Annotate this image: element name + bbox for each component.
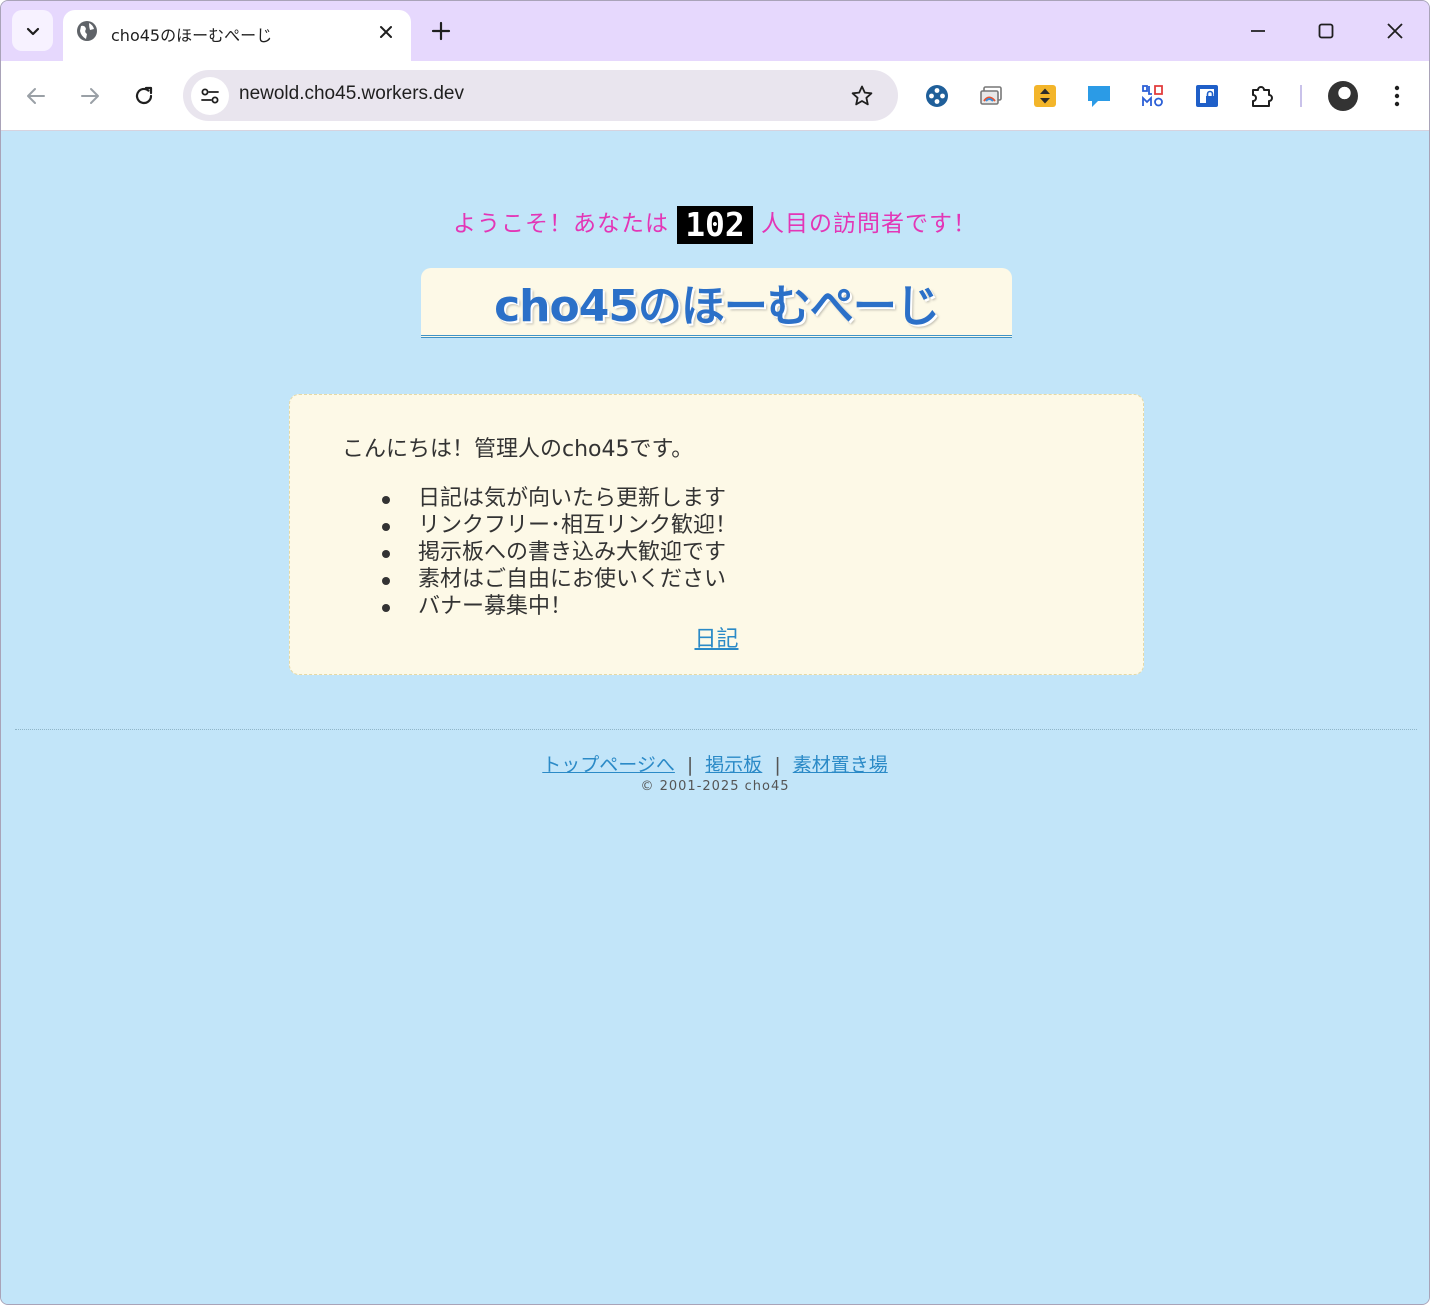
web-page: ようこそ！あなたは 102 人目の訪問者です！ cho45のほーむぺーじ こんにちは… [1,132,1429,1304]
tune-icon [201,88,219,104]
chat-bubble-icon [1088,86,1110,107]
arrow-left-icon [27,88,45,104]
page-title: cho45のほーむぺーじ [494,280,940,332]
arrow-right-icon [81,88,99,104]
plamo-icon [1142,85,1163,107]
star-icon [851,85,873,106]
url-text: newold.cho45.workers.dev [239,83,464,104]
address-bar[interactable]: newold.cho45.workers.dev [183,70,898,121]
maximize-icon [1318,23,1334,39]
new-tab-button[interactable] [429,19,453,43]
visitor-counter: 102 [677,205,753,244]
list-item: バナー募集中！ [380,593,737,620]
footer-separator: | [774,754,781,776]
welcome-prefix: ようこそ！あなたは [453,211,669,237]
tab-title: cho45のほーむぺーじ [111,26,273,45]
screen-icon [980,86,1002,105]
footer-nav: トップページへ | 掲示板 | 素材置き場 [1,750,1429,777]
sort-icon [1034,85,1056,107]
list-item: リンクフリー･相互リンク歓迎！ [380,512,737,539]
gamepad-icon [926,85,948,107]
intro-box: こんにちは！管理人のcho45です。 日記は気が向いたら更新します リンクフリー… [289,394,1144,675]
maximize-button[interactable] [1312,17,1340,45]
tab-search-button[interactable] [12,10,53,51]
toolbar-divider [1300,85,1302,107]
globe-icon [77,21,97,41]
site-info-button[interactable] [191,77,229,115]
profile-avatar[interactable] [1328,81,1358,111]
plus-icon [431,21,451,41]
window-close-button[interactable] [1381,17,1409,45]
extension-lock-button[interactable] [1194,83,1220,109]
extension-gamepad-button[interactable] [924,83,950,109]
chevron-down-icon [26,27,39,35]
list-item: 日記は気が向いたら更新します [380,485,737,512]
footer-link-materials[interactable]: 素材置き場 [793,754,888,776]
footer-link-top[interactable]: トップページへ [542,754,675,776]
close-icon [380,26,392,38]
list-item: 掲示板への書き込み大歓迎です [380,539,737,566]
forward-button[interactable] [76,82,104,110]
footer-separator: | [686,754,694,776]
lock-icon [1196,85,1218,107]
reload-icon [135,86,153,105]
extension-plamo-button[interactable] [1140,83,1166,109]
extension-screen-button[interactable] [978,83,1004,109]
diary-link[interactable]: 日記 [290,621,1143,653]
list-item: 素材はご自由にお使いください [380,566,737,593]
footer-divider [15,729,1417,730]
minimize-button[interactable] [1244,17,1272,45]
welcome-suffix: 人目の訪問者です！ [761,211,977,237]
welcome-message: ようこそ！あなたは 102 人目の訪問者です！ [1,204,1429,244]
bookmark-star-button[interactable] [849,83,875,109]
extension-sort-button[interactable] [1032,83,1058,109]
close-icon [1387,23,1403,39]
notes-list: 日記は気が向いたら更新します リンクフリー･相互リンク歓迎！ 掲示板への書き込み… [380,485,737,620]
title-banner: cho45のほーむぺーじ [421,268,1012,338]
extension-chat-button[interactable] [1086,83,1112,109]
minimize-icon [1251,30,1265,32]
reload-button[interactable] [130,82,158,110]
greeting-text: こんにちは！管理人のcho45です。 [342,437,694,462]
puzzle-icon [1252,86,1273,107]
browser-menu-button[interactable] [1384,82,1410,110]
back-button[interactable] [22,82,50,110]
copyright-text: © 2001-2025 cho45 [640,779,790,794]
browser-window: cho45のほーむぺーじ newold.cho45.workers.dev よう… [0,0,1430,1305]
active-tab[interactable]: cho45のほーむぺーじ [63,10,411,61]
extensions-menu-button[interactable] [1249,83,1275,109]
tab-close-button[interactable] [375,21,397,43]
tab-strip: cho45のほーむぺーじ [1,1,1429,61]
browser-toolbar: newold.cho45.workers.dev [1,61,1429,131]
footer-link-bbs[interactable]: 掲示板 [705,754,762,776]
more-vert-icon [1394,85,1400,107]
